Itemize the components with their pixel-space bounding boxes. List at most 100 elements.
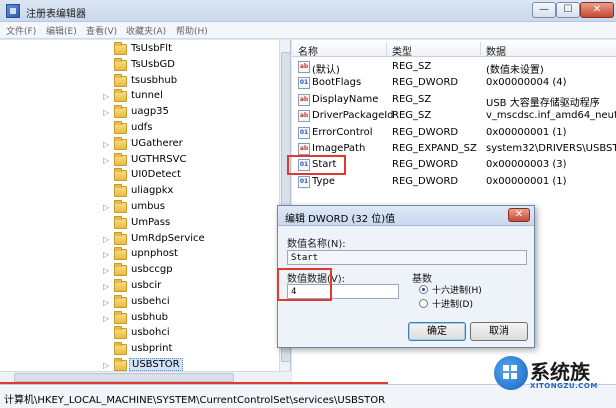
value-row[interactable]: 01 BootFlags REG_DWORD 0x00000004 (4)	[292, 75, 616, 91]
value-type: REG_SZ	[392, 110, 432, 122]
expand-arrow-icon[interactable]: ▷	[103, 314, 109, 323]
value-name-field: Start	[287, 250, 527, 265]
registry-tree[interactable]: TsUsbFlt TsUsbGD tsusbhub ▷ tunnel ▷ uagp35 udf…	[0, 40, 291, 372]
tree-item[interactable]: ▷ UGatherer	[0, 136, 278, 153]
binary-value-icon: 01	[298, 126, 310, 139]
folder-icon	[114, 231, 127, 245]
column-data[interactable]: 数据	[486, 43, 506, 58]
folder-icon	[114, 200, 127, 213]
expand-arrow-icon[interactable]: ▷	[103, 156, 109, 165]
menu-edit[interactable]: 编辑(E)	[46, 24, 77, 37]
dialog-title: 编辑 DWORD (32 位)值	[285, 214, 396, 225]
tree-item-label: tunnel	[131, 90, 163, 102]
base-group: 基数 十六进制(H) 十进制(D)	[408, 274, 528, 310]
value-type: REG_DWORD	[392, 126, 459, 138]
expand-arrow-icon[interactable]: ▷	[103, 298, 109, 307]
value-row[interactable]: ab (默认) REG_SZ (数值未设置)	[292, 59, 616, 76]
minimize-button[interactable]: —	[532, 2, 556, 18]
folder-icon	[114, 105, 127, 119]
dialog-close-button[interactable]: ✕	[508, 208, 530, 222]
tree-item-label: usbprint	[131, 343, 173, 355]
value-name: BootFlags	[312, 77, 362, 89]
expand-arrow-icon[interactable]: ▷	[103, 361, 109, 370]
expand-arrow-icon[interactable]: ▷	[103, 266, 109, 275]
tree-item[interactable]: TsUsbFlt	[0, 42, 278, 58]
tree-horizontal-scrollbar[interactable]	[0, 371, 291, 383]
tree-item[interactable]: UI0Detect	[0, 168, 278, 184]
value-row[interactable]: 01 Start REG_DWORD 0x00000003 (3)	[292, 157, 616, 173]
value-name: DriverPackageId	[312, 110, 394, 122]
column-type[interactable]: 类型	[392, 43, 412, 58]
close-button[interactable]: ✕	[580, 2, 614, 18]
value-row[interactable]: 01 ErrorControl REG_DWORD 0x00000001 (1)	[292, 125, 616, 141]
watermark: 系统族 XITONGZU.COM	[494, 352, 616, 408]
value-row[interactable]: 01 Type REG_DWORD 0x00000001 (1)	[292, 174, 616, 190]
tree-item[interactable]: ▷ USBSTOR	[0, 358, 278, 372]
expand-arrow-icon[interactable]: ▷	[103, 108, 109, 117]
value-row[interactable]: ab DisplayName REG_SZ USB 大容量存储驱动程序	[292, 92, 616, 109]
value-name: ImagePath	[312, 143, 366, 154]
tree-item[interactable]: UmPass	[0, 215, 278, 232]
folder-icon	[114, 152, 127, 166]
tree-item-label: usbhub	[131, 311, 168, 323]
dialog-title-bar: 编辑 DWORD (32 位)值 ✕	[278, 206, 534, 226]
tree-item[interactable]: ▷ usbcir	[0, 279, 278, 295]
value-name: ErrorControl	[312, 126, 373, 138]
cancel-button[interactable]: 取消	[470, 322, 528, 341]
string-value-icon: ab	[298, 110, 310, 123]
tree-item-label: UmPass	[131, 216, 171, 228]
folder-icon	[114, 326, 127, 340]
expand-arrow-icon[interactable]: ▷	[103, 250, 109, 259]
value-name-label: 数值名称(N):	[287, 239, 346, 250]
expand-arrow-icon[interactable]: ▷	[103, 140, 109, 149]
menu-file[interactable]: 文件(F)	[6, 24, 36, 37]
tree-item[interactable]: udfs	[0, 121, 278, 137]
maximize-button[interactable]: ☐	[556, 2, 580, 18]
radio-dec-label[interactable]: 十进制(D)	[432, 297, 473, 310]
radio-hex[interactable]	[419, 285, 428, 294]
radio-hex-label[interactable]: 十六进制(H)	[432, 283, 482, 296]
edit-dword-dialog: 编辑 DWORD (32 位)值 ✕ 数值名称(N): Start 数值数据(V…	[277, 205, 535, 348]
menu-view[interactable]: 查看(V)	[86, 24, 117, 37]
column-divider	[386, 42, 387, 55]
ok-button[interactable]: 确定	[408, 322, 466, 341]
value-data: v_mscdsc.inf_amd64_neutra	[486, 110, 616, 122]
value-data: USB 大容量存储驱动程序	[486, 97, 600, 109]
column-name[interactable]: 名称	[298, 43, 318, 58]
value-data: (数值未设置)	[486, 65, 544, 76]
expand-arrow-icon[interactable]: ▷	[103, 203, 109, 212]
tree-item[interactable]: ▷ usbccgp	[0, 263, 278, 279]
folder-icon	[114, 215, 127, 229]
tree-item[interactable]: ▷ tunnel	[0, 89, 278, 105]
tree-item[interactable]: usbohci	[0, 326, 278, 342]
expand-arrow-icon[interactable]: ▷	[103, 92, 109, 101]
tree-item[interactable]: ▷ uagp35	[0, 105, 278, 121]
tree-item-label: upnphost	[131, 248, 178, 260]
tree-item-label: usbehci	[131, 295, 170, 307]
radio-dec[interactable]	[419, 299, 428, 308]
value-data: 0x00000001 (1)	[486, 126, 567, 138]
tree-item[interactable]: ▷ UmRdpService	[0, 231, 278, 248]
tree-item[interactable]: usbprint	[0, 342, 278, 358]
tree-item[interactable]: uliagpkx	[0, 184, 278, 200]
menu-help[interactable]: 帮助(H)	[176, 24, 208, 37]
expand-arrow-icon[interactable]: ▷	[103, 282, 109, 291]
value-row[interactable]: ab ImagePath REG_EXPAND_SZ system32\DRIVERS…	[292, 141, 616, 157]
menu-bar: 文件(F) 编辑(E) 查看(V) 收藏夹(A) 帮助(H)	[0, 22, 616, 39]
folder-icon	[114, 121, 127, 134]
tree-item[interactable]: ▷ usbhub	[0, 310, 278, 327]
value-row[interactable]: ab DriverPackageId REG_SZ v_mscdsc.inf_amd6…	[292, 108, 616, 124]
tree-item[interactable]: ▷ upnphost	[0, 247, 278, 263]
expand-arrow-icon[interactable]: ▷	[103, 235, 109, 244]
folder-icon	[114, 247, 127, 261]
tree-item[interactable]: ▷ usbehci	[0, 294, 278, 311]
menu-favorites[interactable]: 收藏夹(A)	[126, 24, 166, 37]
folder-icon	[114, 294, 127, 308]
tree-item[interactable]: tsusbhub	[0, 73, 278, 90]
tree-item-label: UI0Detect	[131, 169, 181, 181]
value-data-field[interactable]: 4	[287, 284, 399, 299]
tree-item[interactable]: TsUsbGD	[0, 57, 278, 74]
tree-item[interactable]: ▷ umbus	[0, 200, 278, 216]
tree-item[interactable]: ▷ UGTHRSVC	[0, 152, 278, 169]
tree-hscroll-thumb[interactable]	[14, 373, 234, 382]
